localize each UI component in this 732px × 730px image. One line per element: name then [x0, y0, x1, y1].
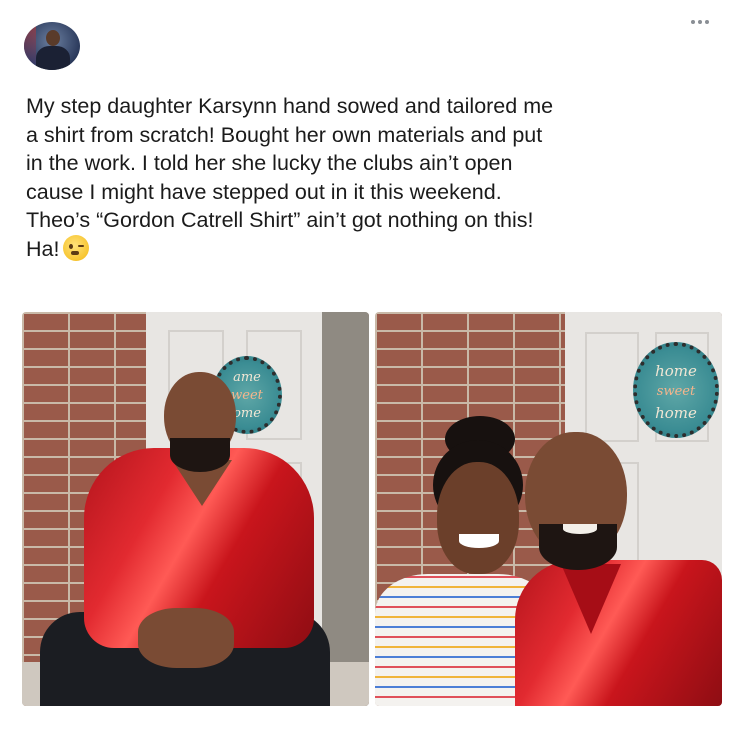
avatar-background: [24, 22, 36, 70]
girl-face: [437, 462, 519, 574]
winking-face-icon: [63, 234, 90, 261]
photo-right[interactable]: home sweet home: [375, 312, 722, 706]
more-options-icon[interactable]: [688, 16, 712, 28]
avatar-head: [46, 30, 60, 46]
sign-word: home: [655, 404, 697, 422]
profile-avatar[interactable]: [24, 22, 80, 70]
avatar-body: [36, 46, 70, 70]
red-shirt: [515, 560, 722, 706]
beard: [170, 438, 230, 472]
tweet-line: cause I might have stepped out in it thi…: [26, 179, 502, 204]
sign-word: sweet: [656, 384, 696, 399]
sign-word: home: [655, 362, 697, 380]
girl-smile: [459, 534, 499, 548]
tweet-line: in the work. I told her she lucky the cl…: [26, 151, 513, 175]
tweet-photos: ame weet ome home sweet home: [22, 312, 722, 706]
tweet-line-last: Ha!: [26, 234, 716, 264]
tweet-line-text: Ha!: [26, 236, 60, 261]
man-smile: [563, 524, 597, 534]
sign-word: ame: [233, 370, 261, 385]
tweet-line: Theo’s “Gordon Catrell Shirt” ain’t got …: [26, 208, 534, 232]
tweet-line: a shirt from scratch! Bought her own mat…: [26, 122, 543, 147]
clasped-hands: [138, 608, 234, 668]
photo-left[interactable]: ame weet ome: [22, 312, 369, 706]
tweet-text: My step daughter Karsynn hand sowed and …: [26, 92, 716, 263]
door-sign: home sweet home: [633, 342, 719, 438]
tweet-line: My step daughter Karsynn hand sowed and …: [26, 94, 554, 118]
